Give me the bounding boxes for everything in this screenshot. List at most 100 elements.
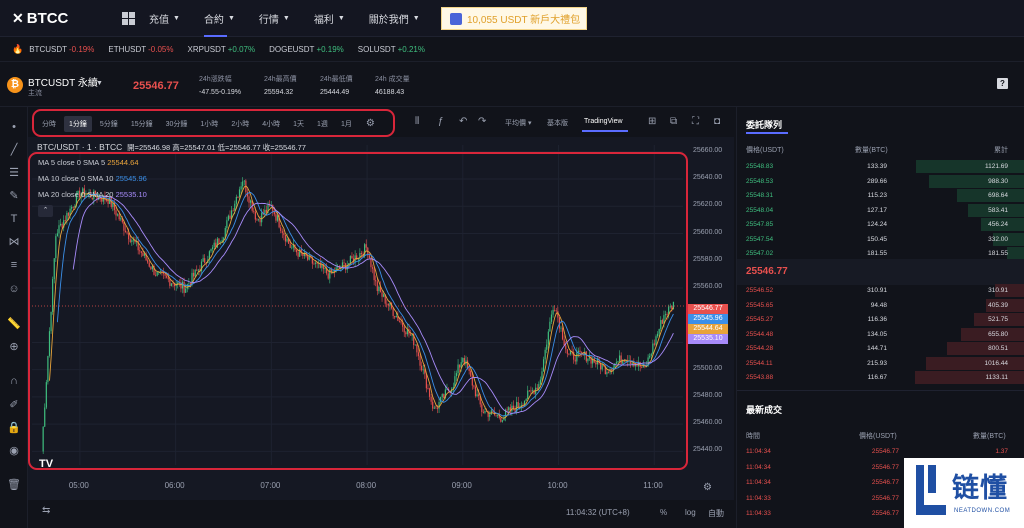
chevron-down-icon[interactable]: ▼ (96, 80, 103, 87)
layout-grid-icon[interactable]: ⊞ (648, 116, 656, 127)
nav-benefits[interactable]: 福利 ▼ (314, 0, 345, 37)
view-basic-tab[interactable]: 基本版 (547, 118, 568, 128)
ticker-symbol: DOGEUSDT (269, 45, 315, 54)
cursor-dot-icon[interactable]: • (7, 120, 21, 134)
function-fx-icon[interactable]: ƒ (438, 116, 444, 127)
ask-row[interactable]: 25547.54 150.45 332.00 (737, 232, 1024, 246)
camera-icon[interactable]: ◘ (714, 116, 720, 127)
pattern-icon[interactable]: ⋈ (7, 235, 21, 249)
nav-markets[interactable]: 行情 ▼ (259, 0, 290, 37)
order-book-title: 委託隊列 (746, 120, 783, 130)
price-tick-label: 25640.00 (693, 174, 723, 182)
ask-row[interactable]: 25548.83 133.39 1121.69 (737, 160, 1024, 173)
bid-row[interactable]: 25544.11 215.93 1016.44 (737, 356, 1024, 370)
chart-highlight-outline (28, 152, 688, 470)
brand-logo[interactable]: ✕ BTCC (12, 10, 104, 27)
price-tick-label: 25660.00 (693, 146, 723, 154)
bid-row[interactable]: 25545.27 116.36 521.75 (737, 313, 1024, 326)
pencil-lock-icon[interactable]: ✐ (7, 398, 21, 412)
price-tag: 25535.10 (688, 334, 728, 344)
log-scale-toggle[interactable]: log (685, 508, 696, 517)
price-tick-label: 25440.00 (693, 446, 723, 454)
ticker-item[interactable]: SOLUSDT +0.21% (358, 45, 425, 54)
row-qty: 215.93 (867, 359, 887, 367)
promo-banner[interactable]: 10,055 USDT 新戶大禮包 (441, 7, 587, 30)
auto-scale-toggle[interactable]: 自動 (708, 508, 724, 519)
undo-icon[interactable]: ↶ (459, 116, 467, 127)
go-to-date-icon[interactable]: ⇆ (42, 505, 50, 516)
ask-row[interactable]: 25548.31 115.23 698.64 (737, 189, 1024, 202)
fullscreen-icon[interactable]: ⛶ (692, 116, 699, 127)
ruler-icon[interactable]: 📏 (7, 317, 21, 331)
bid-row[interactable]: 25546.52 310.91 310.91 (737, 284, 1024, 297)
nav-about[interactable]: 關於我們 ▼ (369, 0, 420, 37)
bid-row[interactable]: 25544.48 134.05 655.80 (737, 327, 1024, 341)
stat-24h-low: 24h最低價 25444.49 (320, 74, 353, 96)
row-price: 25547.85 (746, 221, 774, 228)
trash-icon[interactable]: 🗑 (7, 478, 21, 492)
time-tick-label: 07:00 (260, 481, 281, 490)
redo-icon[interactable]: ↷ (478, 116, 486, 127)
col-price: 價格(USDT) (746, 147, 784, 154)
brush-icon[interactable]: ✎ (7, 189, 21, 203)
fib-icon[interactable]: ≡ (7, 258, 21, 272)
ask-row[interactable]: 25548.04 127.17 583.41 (737, 203, 1024, 217)
ticker-item[interactable]: XRPUSDT +0.07% (188, 45, 256, 54)
trade-time: 11:04:34 (746, 479, 771, 486)
bid-row[interactable]: 25544.28 144.71 800.51 (737, 342, 1024, 355)
bid-row[interactable]: 25545.65 94.48 405.39 (737, 298, 1024, 312)
chevron-down-icon: ▼ (173, 14, 180, 22)
bid-row[interactable]: 25543.88 116.67 1133.11 (737, 371, 1024, 384)
ticker-change: -0.05% (148, 45, 174, 54)
row-price: 25548.31 (746, 192, 774, 199)
mid-price: 25546.77 (746, 266, 788, 277)
help-icon[interactable]: ? (997, 78, 1008, 89)
popout-icon[interactable]: ⧉ (670, 116, 677, 127)
gift-icon (450, 12, 462, 25)
price-tick-label: 25480.00 (693, 391, 723, 399)
emoji-icon[interactable]: ☺ (7, 282, 21, 296)
clock-timezone[interactable]: 11:04:32 (UTC+8) (566, 508, 630, 517)
trade-time: 11:04:33 (746, 494, 771, 502)
settings-gear-icon[interactable]: ⚙ (703, 482, 712, 493)
ticker-item[interactable]: BTCUSDT -0.19% (29, 45, 94, 54)
row-total: 332.00 (988, 235, 1008, 243)
apps-grid-icon[interactable] (122, 11, 135, 25)
price-tick-label: 25620.00 (693, 201, 723, 209)
eye-icon[interactable]: ◉ (7, 444, 21, 458)
price-tag: 25546.77 (688, 304, 728, 314)
row-qty: 127.17 (867, 206, 887, 214)
instrument-category: 主流 (28, 90, 42, 97)
row-qty: 310.91 (867, 287, 887, 294)
trend-line-icon[interactable]: ╱ (7, 143, 21, 157)
candle-type-icon[interactable]: ⫴ (415, 116, 419, 127)
horizontal-lines-icon[interactable]: ☰ (7, 166, 21, 180)
nav-contracts[interactable]: 合約 ▼ (203, 0, 235, 37)
ticker-item[interactable]: DOGEUSDT +0.19% (269, 45, 344, 54)
zoom-in-icon[interactable]: ⊕ (7, 340, 21, 354)
stat-label: 24h 成交量 (375, 76, 410, 83)
row-qty: 134.05 (867, 330, 887, 338)
ticker-item[interactable]: ETHUSDT -0.05% (108, 45, 173, 54)
instrument-info-bar: ₿ BTCUSDT 永續 主流 ▼ 25546.77 24h漲跌幅 -47.55-… (0, 63, 1024, 107)
view-tradingview-tab[interactable]: TradingView (584, 118, 623, 125)
ask-row[interactable]: 25547.85 124.24 456.24 (737, 218, 1024, 231)
watermark-subtext: NEATDOWN.COM (954, 508, 1011, 514)
time-tick-label: 05:00 (68, 481, 89, 490)
chart-symbol-title: BTC/USDT · 1 · BTCC (37, 142, 123, 152)
nav-deposit[interactable]: 充值 ▼ (149, 0, 180, 37)
lock-icon[interactable]: 🔒 (7, 421, 21, 435)
row-price: 25543.88 (746, 374, 774, 381)
row-total: 800.51 (988, 345, 1008, 352)
col-trade-price: 價格(USDT) (859, 433, 897, 440)
col-total: 累計 (994, 147, 1008, 154)
instrument-symbol[interactable]: BTCUSDT 永續 (28, 74, 98, 89)
ma-type-dropdown[interactable]: 平均價 ▾ (505, 118, 531, 128)
brand-name: BTCC (26, 9, 69, 27)
percent-scale-toggle[interactable]: % (660, 508, 667, 517)
row-qty: 115.23 (867, 192, 887, 199)
ask-row[interactable]: 25548.53 289.66 988.30 (737, 174, 1024, 188)
magnet-icon[interactable]: ∩ (7, 374, 21, 388)
text-tool-icon[interactable]: T (7, 212, 21, 226)
active-tab-underline (582, 130, 628, 132)
